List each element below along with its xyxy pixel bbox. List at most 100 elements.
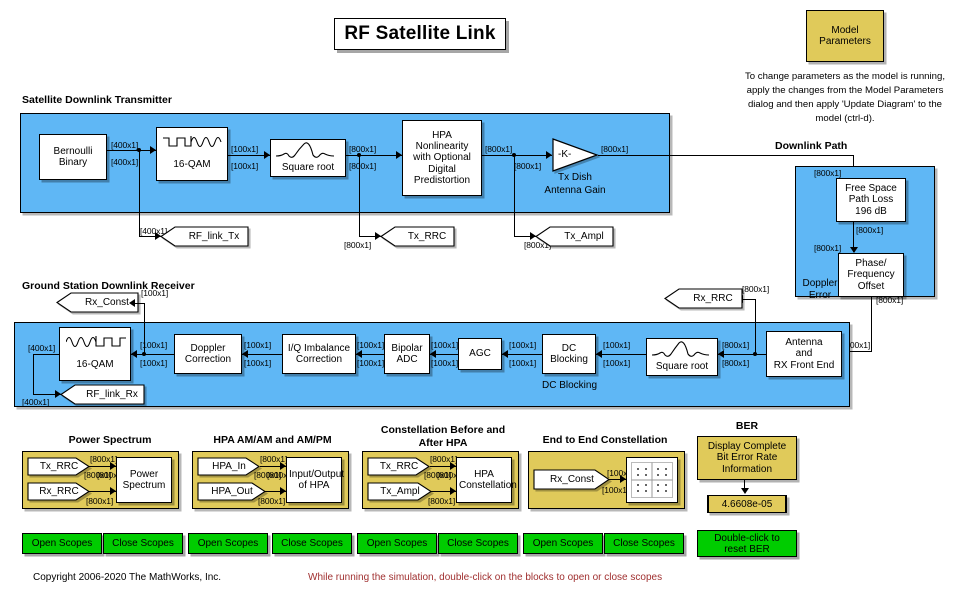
dim-rx-1a: [400x1]: [28, 343, 56, 353]
reset-ber-label-line2: reset BER: [724, 543, 770, 555]
from-tag-hpa-in[interactable]: HPA_In: [197, 457, 261, 476]
dim-tx-3b: [800x1]: [349, 161, 377, 171]
constellation-heading: Constellation Before and After HPA: [363, 424, 523, 450]
iq-imbalance-correction-block[interactable]: I/Q Imbalance Correction: [282, 334, 356, 374]
dim-rx-3b: [100x1]: [244, 358, 272, 368]
open-scopes-button-hpa[interactable]: Open Scopes: [188, 533, 268, 554]
arrow-qam-demod-in: [131, 350, 137, 358]
hpa-io-line2: of HPA: [298, 480, 330, 491]
dim-rx-rrc-tag: [800x1]: [742, 284, 770, 294]
iq-correction-line1: I/Q Imbalance: [287, 342, 351, 354]
qam-demodulator-label: 16-QAM: [76, 358, 114, 370]
phase-frequency-offset-block[interactable]: Phase/ Frequency Offset: [838, 253, 904, 297]
hpa-label-line3: with Optional: [413, 152, 471, 164]
free-space-path-loss-block[interactable]: Free Space Path Loss 196 dB: [836, 178, 906, 222]
end-to-end-heading: End to End Constellation: [542, 434, 668, 446]
rx-rrc-filter-block[interactable]: Square root: [646, 338, 718, 376]
goto-tag-rf-link-tx[interactable]: RF_link_Tx: [160, 226, 249, 247]
open-scopes-button-end-to-end[interactable]: Open Scopes: [523, 533, 603, 554]
bipolar-adc-block[interactable]: Bipolar ADC: [384, 334, 430, 374]
hpa-label-line5: Predistortion: [413, 174, 471, 186]
qam-modulator-label: 16-QAM: [173, 158, 211, 170]
from-tag-power-tx-rrc[interactable]: Tx_RRC: [27, 457, 91, 476]
power-spectrum-line1: Power: [129, 468, 159, 480]
goto-tag-tx-rrc[interactable]: Tx_RRC: [380, 226, 455, 247]
goto-tag-rx-const[interactable]: Rx_Const: [56, 292, 139, 313]
dc-blocking-caption: DC Blocking: [542, 380, 598, 391]
qam-modulator-block[interactable]: 16-QAM: [156, 127, 228, 181]
dim-rx-1b: [400x1]: [22, 397, 50, 407]
open-scopes-button-power-spectrum[interactable]: Open Scopes: [22, 533, 102, 554]
dim-tx-1a: [400x1]: [111, 140, 139, 150]
power-spectrum-heading: Power Spectrum: [68, 434, 152, 446]
from-tag-const-tx-rrc[interactable]: Tx_RRC: [367, 457, 431, 476]
tx-rrc-filter-block[interactable]: Square root: [270, 139, 346, 177]
doppler-correction-block[interactable]: Doppler Correction: [174, 334, 242, 374]
dim-rx-8b: [800x1]: [722, 358, 750, 368]
wire-bernoulli-qam: [107, 150, 156, 152]
dim-tx-2a: [100x1]: [231, 144, 259, 154]
qam-demodulator-block[interactable]: 16-QAM: [59, 327, 131, 381]
close-scopes-button-end-to-end[interactable]: Close Scopes: [604, 533, 684, 554]
tx-rrc-label: Square root: [281, 161, 335, 173]
page-title-text: RF Satellite Link: [344, 23, 496, 44]
agc-block[interactable]: AGC: [458, 338, 502, 370]
fspl-label-line1: Free Space: [845, 183, 897, 195]
constellation-diagram-block[interactable]: [626, 457, 678, 503]
dim-rx-8a: [800x1]: [722, 340, 750, 350]
hpa-constellation-scope-block[interactable]: HPA Constellation: [456, 457, 517, 503]
wire-iq-doppler: [242, 354, 282, 356]
wire-offset-antenna-h: [848, 351, 872, 353]
goto-tag-rf-link-tx-label: RF_link_Tx: [188, 231, 240, 242]
dim-rx-5a: [100x1]: [431, 340, 459, 350]
antenna-rx-front-end-block[interactable]: Antenna and RX Front End: [766, 331, 842, 377]
tx-dish-antenna-gain-block[interactable]: -K-: [552, 138, 599, 172]
model-parameters-block[interactable]: Model Parameters: [806, 10, 884, 62]
dim-rx-5b: [100x1]: [431, 358, 459, 368]
dc-blocking-block[interactable]: DC Blocking: [542, 334, 596, 374]
from-tag-hpa-out[interactable]: HPA_Out: [197, 482, 267, 501]
reset-ber-button[interactable]: Double-click to reset BER: [697, 530, 797, 557]
rx-rrc-pulse-icon: [652, 341, 710, 357]
ber-heading: BER: [735, 420, 759, 432]
from-tag-power-rx-rrc[interactable]: Rx_RRC: [27, 482, 91, 501]
dim-ps-4: [800x1]: [86, 496, 114, 506]
dim-tx-4b: [800x1]: [514, 161, 542, 171]
open-scopes-button-constellation[interactable]: Open Scopes: [357, 533, 437, 554]
goto-tag-tx-rrc-label: Tx_RRC: [407, 231, 447, 242]
goto-tag-tx-ampl[interactable]: Tx_Ampl: [535, 226, 614, 247]
from-tag-e2e-rx-const[interactable]: Rx_Const: [533, 469, 610, 490]
antenna-line2: and: [795, 348, 813, 360]
wire-downlink-main-h: [598, 155, 854, 157]
wire-dcb-agc: [502, 354, 542, 356]
goto-tag-tx-ampl-label: Tx_Ampl: [564, 231, 604, 242]
transmitter-heading: Satellite Downlink Transmitter: [22, 94, 172, 106]
offset-label-line2: Frequency: [847, 269, 895, 281]
dim-dl-3: [800x1]: [814, 243, 842, 253]
bernoulli-binary-block[interactable]: Bernoulli Binary: [39, 134, 107, 180]
hpa-nonlinearity-block[interactable]: HPA Nonlinearity with Optional Digital P…: [402, 120, 482, 196]
goto-tag-rf-link-rx[interactable]: RF_link_Rx: [60, 384, 145, 405]
dc-blocking-line2: Blocking: [550, 354, 588, 365]
dim-rx-6b: [100x1]: [509, 358, 537, 368]
wire-antenna-rrc: [718, 354, 766, 356]
wire-hpa-gain: [482, 155, 552, 157]
close-scopes-button-hpa[interactable]: Close Scopes: [272, 533, 352, 554]
wire-tx-branch-rflink: [139, 150, 141, 237]
dim-ps-1: [800x1]: [90, 454, 118, 464]
open-scopes-label-1: Open Scopes: [31, 538, 93, 549]
power-spectrum-scope-block[interactable]: Power Spectrum: [116, 457, 172, 503]
wire-tx-branch-ampl: [514, 155, 516, 237]
hpa-io-scope-block[interactable]: Input/Output of HPA: [286, 457, 344, 503]
constellation-heading-line1: Constellation Before and: [380, 424, 506, 436]
bernoulli-label-line1: Bernoulli: [53, 145, 93, 157]
simulation-hint-text: While running the simulation, double-cli…: [308, 572, 663, 583]
close-scopes-button-constellation[interactable]: Close Scopes: [438, 533, 518, 554]
goto-tag-rx-rrc[interactable]: Rx_RRC: [664, 288, 743, 309]
dim-rx-const: [100x1]: [141, 288, 169, 298]
close-scopes-button-power-spectrum[interactable]: Close Scopes: [103, 533, 183, 554]
from-tag-const-tx-ampl[interactable]: Tx_Ampl: [367, 482, 433, 501]
doppler-correction-line2: Correction: [184, 354, 232, 365]
ber-display-info-block[interactable]: Display Complete Bit Error Rate Informat…: [697, 436, 797, 480]
arrow-agc-in: [502, 350, 508, 358]
